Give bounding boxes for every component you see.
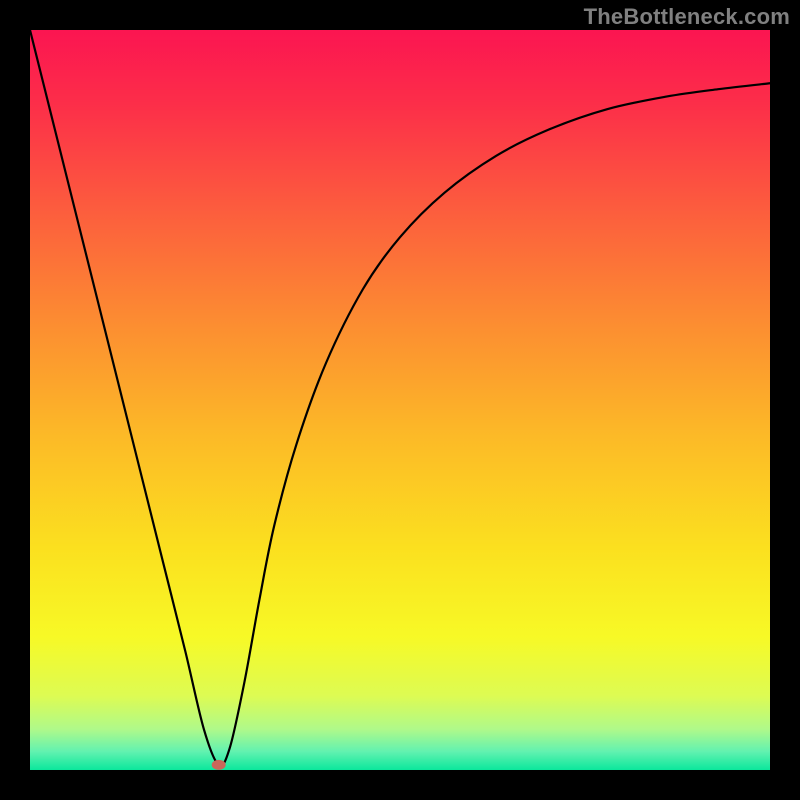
- watermark-text: TheBottleneck.com: [584, 4, 790, 30]
- optimal-point-marker: [212, 760, 226, 770]
- plot-frame-right: [770, 0, 800, 800]
- chart-svg: [0, 0, 800, 800]
- plot-background: [30, 30, 770, 770]
- plot-frame-bottom: [0, 770, 800, 800]
- plot-frame-left: [0, 0, 30, 800]
- chart-container: TheBottleneck.com: [0, 0, 800, 800]
